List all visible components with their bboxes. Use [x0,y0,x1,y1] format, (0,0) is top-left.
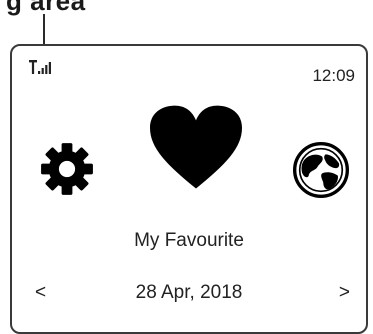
globe-icon[interactable] [293,142,349,198]
device-screen: 12:09 My Favourite < 28 Apr, 2018 > [10,44,368,334]
clock-time: 12:09 [312,66,355,85]
station-label: My Favourite [134,230,244,251]
gear-icon[interactable] [40,142,94,196]
heart-icon[interactable] [150,104,242,192]
annotation-label: g area [6,0,86,16]
signal-strength-icon [29,60,51,74]
next-arrow-button[interactable]: > [339,282,350,304]
date-display: 28 Apr, 2018 [135,282,243,303]
